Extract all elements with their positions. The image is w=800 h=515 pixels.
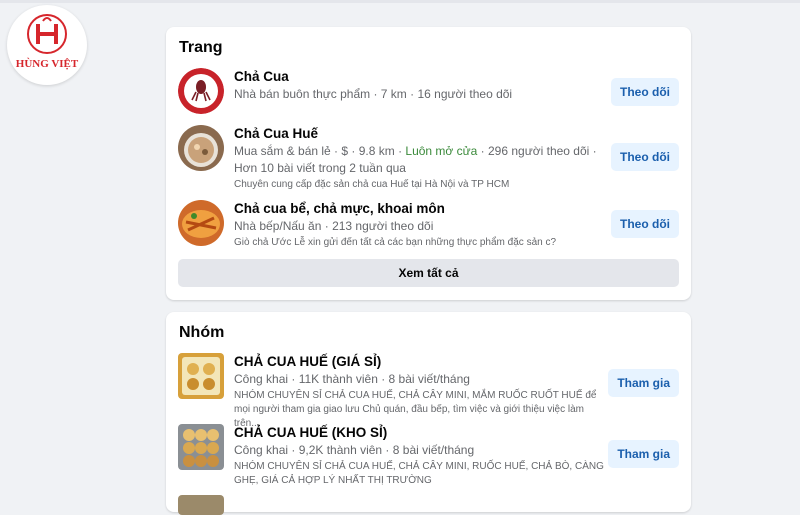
groups-card: Nhóm CHẢ CUA HUẾ (GIÁ SỈ) Công khai · 11… — [166, 312, 691, 515]
group-thumbnail[interactable] — [178, 495, 224, 515]
pages-card: Trang Chả Cua Nhà bán buôn thực phẩm · 7… — [166, 27, 691, 300]
join-button[interactable]: Tham gia — [608, 440, 679, 468]
page-meta: Nhà bếp/Nấu ăn · 213 người theo dõi — [234, 219, 434, 233]
page-result-cha-cua: Chả Cua Nhà bán buôn thực phẩm · 7 km · … — [178, 68, 679, 114]
group-meta: Công khai · 9,2K thành viên · 8 bài viết… — [234, 443, 475, 457]
open-status: Luôn mở cửa — [405, 144, 478, 158]
section-title-pages: Trang — [179, 39, 223, 56]
group-thumbnail[interactable] — [178, 353, 224, 399]
group-meta: Công khai · 11K thành viên · 8 bài viết/… — [234, 372, 470, 386]
group-result-partial — [178, 495, 679, 515]
section-title-groups: Nhóm — [179, 324, 225, 341]
logo-mark-icon — [27, 14, 67, 54]
page-avatar[interactable] — [178, 68, 224, 114]
logo-text: HÙNG VIỆT — [15, 58, 79, 70]
page-name[interactable]: Chả cua bể, chả mực, khoai môn — [234, 200, 604, 218]
group-name[interactable]: CHẢ CUA HUẾ (KHO SỈ) — [234, 424, 604, 442]
group-thumbnail[interactable] — [178, 424, 224, 470]
group-description: NHÓM CHUYÊN SỈ CHẢ CUA HUẾ, CHẢ CÂY MINI… — [234, 461, 604, 486]
follow-button[interactable]: Theo dõi — [611, 78, 679, 106]
page-name[interactable]: Chả Cua — [234, 68, 604, 86]
page-name[interactable]: Chả Cua Huế — [234, 125, 604, 143]
page-meta: Mua sắm & bán lẻ · $ · 9.8 km · Luôn mở … — [234, 143, 604, 177]
follow-button[interactable]: Theo dõi — [611, 210, 679, 238]
meta-text: Mua sắm & bán lẻ · $ · 9.8 km · — [234, 144, 406, 158]
group-name[interactable]: CHẢ CUA HUẾ (GIÁ SỈ) — [234, 353, 604, 371]
page-description: Chuyên cung cấp đặc sản chả cua Huế tại … — [234, 179, 510, 190]
join-button[interactable]: Tham gia — [608, 369, 679, 397]
page-avatar[interactable] — [178, 200, 224, 246]
group-result-gia-si: CHẢ CUA HUẾ (GIÁ SỈ) Công khai · 11K thà… — [178, 353, 679, 429]
page-meta: Nhà bán buôn thực phẩm · 7 km · 16 người… — [234, 87, 513, 101]
page-avatar[interactable] — [178, 125, 224, 171]
top-bar — [0, 0, 800, 3]
page-result-cha-cua-hue: Chả Cua Huế Mua sắm & bán lẻ · $ · 9.8 k… — [178, 125, 679, 190]
group-result-kho-si: CHẢ CUA HUẾ (KHO SỈ) Công khai · 9,2K th… — [178, 424, 679, 486]
see-all-button[interactable]: Xem tất cả — [178, 259, 679, 287]
follow-button[interactable]: Theo dõi — [611, 143, 679, 171]
page-result-cha-cua-be: Chả cua bể, chả mực, khoai môn Nhà bếp/N… — [178, 200, 679, 248]
brand-logo: HÙNG VIỆT — [7, 5, 87, 85]
page-description: Giò chả Ước Lễ xin gửi đến tất cả các bạ… — [234, 237, 557, 248]
